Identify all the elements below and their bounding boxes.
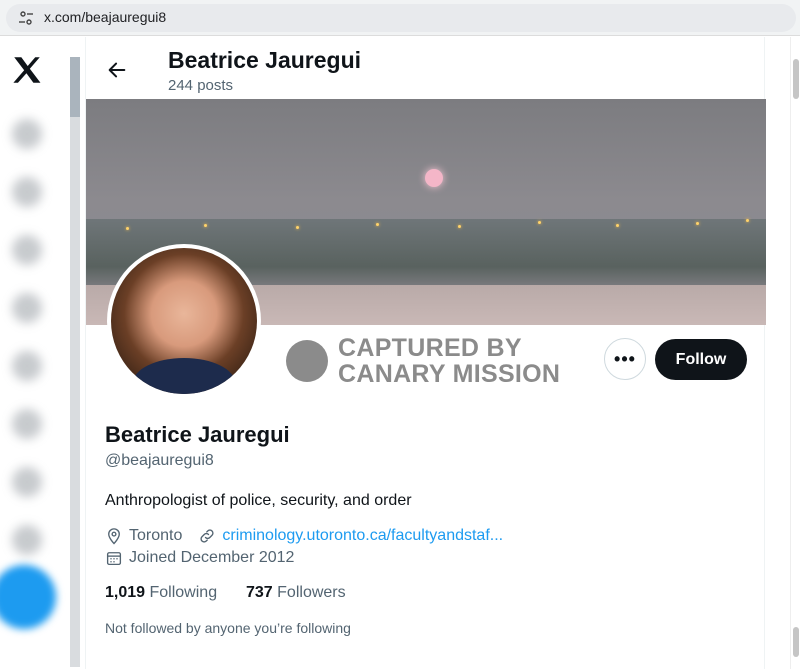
site-settings-icon[interactable]	[18, 10, 34, 26]
banner-light	[538, 221, 541, 224]
following-label: Following	[149, 584, 218, 601]
watermark-line-1: CAPTURED BY	[338, 334, 522, 362]
nav-scrollbar[interactable]	[70, 57, 80, 667]
profile-bio: Anthropologist of police, security, and …	[105, 492, 412, 509]
grok-icon[interactable]	[12, 351, 42, 381]
followers-link[interactable]: 737 Followers	[246, 584, 346, 601]
url-text[interactable]: x.com/beajauregui8	[44, 9, 166, 25]
following-link[interactable]: 1,019 Following	[105, 584, 217, 601]
browser-address-bar: x.com/beajauregui8	[0, 0, 800, 36]
left-navigation	[0, 37, 84, 669]
banner-light	[746, 219, 749, 222]
notifications-icon[interactable]	[12, 235, 42, 265]
following-count: 1,019	[105, 584, 146, 601]
location-text: Toronto	[129, 527, 183, 544]
link-icon	[200, 529, 214, 543]
avatar-shirt	[133, 358, 235, 394]
communities-icon[interactable]	[12, 409, 42, 439]
location-pin-icon	[108, 528, 120, 545]
banner-light	[126, 227, 129, 230]
profile-icon[interactable]	[12, 467, 42, 497]
messages-icon[interactable]	[12, 293, 42, 323]
profile-column: Beatrice Jauregui 244 posts CAPTURED BY …	[85, 37, 766, 669]
header-post-count: 244 posts	[168, 77, 234, 94]
back-arrow-icon[interactable]	[106, 59, 128, 81]
more-options-button[interactable]: •••	[604, 338, 646, 380]
joined-date: Joined December 2012	[129, 549, 295, 566]
calendar-icon	[106, 552, 122, 566]
x-logo-icon[interactable]	[10, 53, 44, 87]
profile-avatar[interactable]	[107, 244, 261, 398]
banner-light	[458, 225, 461, 228]
joined-row: Joined December 2012	[105, 549, 294, 567]
follow-stats: 1,019 Following 737 Followers	[105, 584, 346, 602]
profile-handle: @beajauregui8	[105, 452, 214, 469]
header-name: Beatrice Jauregui	[168, 47, 362, 73]
website-link[interactable]: criminology.utoronto.ca/facultyandstaf..…	[222, 527, 503, 545]
home-icon[interactable]	[12, 119, 42, 149]
watermark-line-2: CANARY MISSION	[338, 360, 561, 388]
canary-mission-watermark: CAPTURED BY CANARY MISSION	[286, 335, 560, 387]
banner-light	[296, 226, 299, 229]
explore-icon[interactable]	[12, 177, 42, 207]
page-scrollbar[interactable]	[790, 37, 800, 669]
avatar-photo	[111, 248, 257, 394]
profile-meta-row: Toronto criminology.utoronto.ca/facultya…	[105, 527, 503, 545]
scroll-down-thumb[interactable]	[793, 627, 799, 657]
banner-light	[616, 224, 619, 227]
follow-button[interactable]: Follow	[655, 339, 747, 380]
banner-sun	[425, 169, 443, 187]
scroll-up-thumb[interactable]	[793, 59, 799, 99]
followers-label: Followers	[277, 584, 346, 601]
post-button[interactable]	[0, 565, 56, 629]
banner-light	[696, 222, 699, 225]
more-menu-icon[interactable]	[12, 525, 42, 555]
profile-name: Beatrice Jauregui	[105, 422, 290, 447]
nav-scroll-thumb[interactable]	[70, 57, 80, 117]
banner-light	[204, 224, 207, 227]
followers-count: 737	[246, 584, 273, 601]
banner-light	[376, 223, 379, 226]
mutual-followers-note: Not followed by anyone you’re following	[105, 620, 351, 636]
canary-bird-icon	[286, 340, 328, 382]
